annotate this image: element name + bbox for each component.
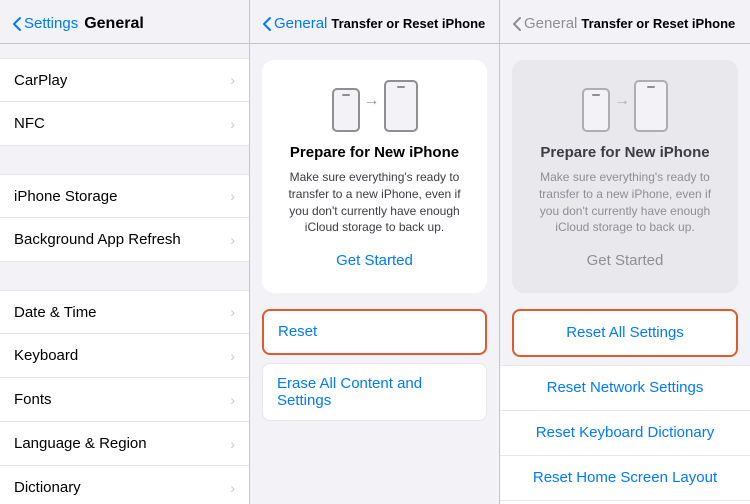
right-back-button[interactable]: General [512, 15, 577, 32]
phone-left-icon-r [582, 88, 610, 132]
mid-nav: General Transfer or Reset iPhone [250, 0, 499, 44]
reset-all-settings-label: Reset All Settings [566, 324, 684, 341]
mid-back-label: General [274, 15, 327, 32]
group-datetime: Date & Time › Keyboard › Fonts › Languag… [0, 290, 249, 504]
right-content: → Prepare for New iPhone Make sure every… [500, 44, 750, 504]
prepare-desc-mid: Make sure everything's ready to transfer… [278, 169, 471, 236]
settings-item-language[interactable]: Language & Region › [0, 422, 249, 466]
settings-item-dictionary[interactable]: Dictionary › [0, 466, 249, 504]
settings-item-fonts[interactable]: Fonts › [0, 378, 249, 422]
group-carplay: CarPlay › NFC › [0, 58, 249, 146]
reset-box-label: Reset [278, 323, 317, 340]
right-nav-title: Transfer or Reset iPhone [581, 16, 735, 31]
group-storage: iPhone Storage › Background App Refresh … [0, 174, 249, 262]
datetime-label: Date & Time [14, 304, 97, 321]
erase-item[interactable]: Erase All Content and Settings [262, 363, 487, 421]
right-back-label: General [524, 15, 577, 32]
carplay-label: CarPlay [14, 72, 67, 89]
erase-label: Erase All Content and Settings [277, 375, 472, 409]
reset-keyboard-label: Reset Keyboard Dictionary [536, 424, 714, 441]
phone-right-icon-r [634, 80, 668, 132]
mid-panel: General Transfer or Reset iPhone → Prepa… [250, 0, 500, 504]
left-nav: Settings General [0, 0, 249, 44]
transfer-arrow-icon: → [364, 92, 380, 110]
prepare-title-mid: Prepare for New iPhone [290, 144, 459, 161]
transfer-arrow-icon-r: → [614, 92, 630, 110]
chevron-icon: › [230, 116, 235, 132]
chevron-icon: › [230, 188, 235, 204]
phone-transfer-icon-right: → [582, 80, 668, 132]
chevron-icon: › [230, 348, 235, 364]
settings-item-keyboard[interactable]: Keyboard › [0, 334, 249, 378]
reset-network-label: Reset Network Settings [547, 379, 704, 396]
get-started-btn-right[interactable]: Get Started [587, 248, 664, 273]
settings-item-nfc[interactable]: NFC › [0, 102, 249, 146]
right-panel: General Transfer or Reset iPhone → Prepa… [500, 0, 750, 504]
left-nav-title: General [84, 15, 144, 33]
phone-transfer-icon: → [332, 80, 418, 132]
erase-section: Erase All Content and Settings [250, 363, 499, 421]
left-back-label: Settings [24, 15, 78, 32]
mid-nav-title: Transfer or Reset iPhone [331, 16, 485, 31]
reset-network-settings-item[interactable]: Reset Network Settings [500, 365, 750, 411]
settings-item-datetime[interactable]: Date & Time › [0, 290, 249, 334]
reset-home-screen-item[interactable]: Reset Home Screen Layout [500, 456, 750, 501]
chevron-icon: › [230, 436, 235, 452]
background-refresh-label: Background App Refresh [14, 231, 181, 248]
iphone-storage-label: iPhone Storage [14, 188, 117, 205]
dictionary-label: Dictionary [14, 479, 81, 496]
reset-options-list: Reset Network Settings Reset Keyboard Di… [500, 365, 750, 504]
prepare-desc-right: Make sure everything's ready to transfer… [528, 169, 722, 236]
get-started-btn-mid[interactable]: Get Started [336, 248, 413, 273]
prepare-card-right: → Prepare for New iPhone Make sure every… [512, 60, 738, 293]
chevron-icon: › [230, 304, 235, 320]
left-back-button[interactable]: Settings [12, 15, 78, 32]
chevron-icon: › [230, 232, 235, 248]
settings-item-background-refresh[interactable]: Background App Refresh › [0, 218, 249, 262]
left-panel: Settings General CarPlay › NFC › iPhone … [0, 0, 250, 504]
chevron-icon: › [230, 392, 235, 408]
mid-back-button[interactable]: General [262, 15, 327, 32]
settings-item-carplay[interactable]: CarPlay › [0, 58, 249, 102]
right-nav: General Transfer or Reset iPhone [500, 0, 750, 44]
nfc-label: NFC [14, 115, 45, 132]
mid-content: → Prepare for New iPhone Make sure every… [250, 44, 499, 504]
prepare-title-right: Prepare for New iPhone [540, 144, 709, 161]
prepare-card-mid: → Prepare for New iPhone Make sure every… [262, 60, 487, 293]
chevron-icon: › [230, 480, 235, 496]
left-settings-list: CarPlay › NFC › iPhone Storage › Backgro… [0, 44, 249, 504]
phone-right-icon [384, 80, 418, 132]
reset-section: Reset [262, 309, 487, 355]
settings-item-iphone-storage[interactable]: iPhone Storage › [0, 174, 249, 218]
chevron-icon: › [230, 72, 235, 88]
reset-all-settings-button[interactable]: Reset All Settings [512, 309, 738, 357]
language-label: Language & Region [14, 435, 147, 452]
reset-home-screen-label: Reset Home Screen Layout [533, 469, 717, 486]
phone-left-icon [332, 88, 360, 132]
reset-keyboard-dict-item[interactable]: Reset Keyboard Dictionary [500, 411, 750, 456]
keyboard-label: Keyboard [14, 347, 78, 364]
fonts-label: Fonts [14, 391, 52, 408]
reset-box-button[interactable]: Reset [262, 309, 487, 355]
